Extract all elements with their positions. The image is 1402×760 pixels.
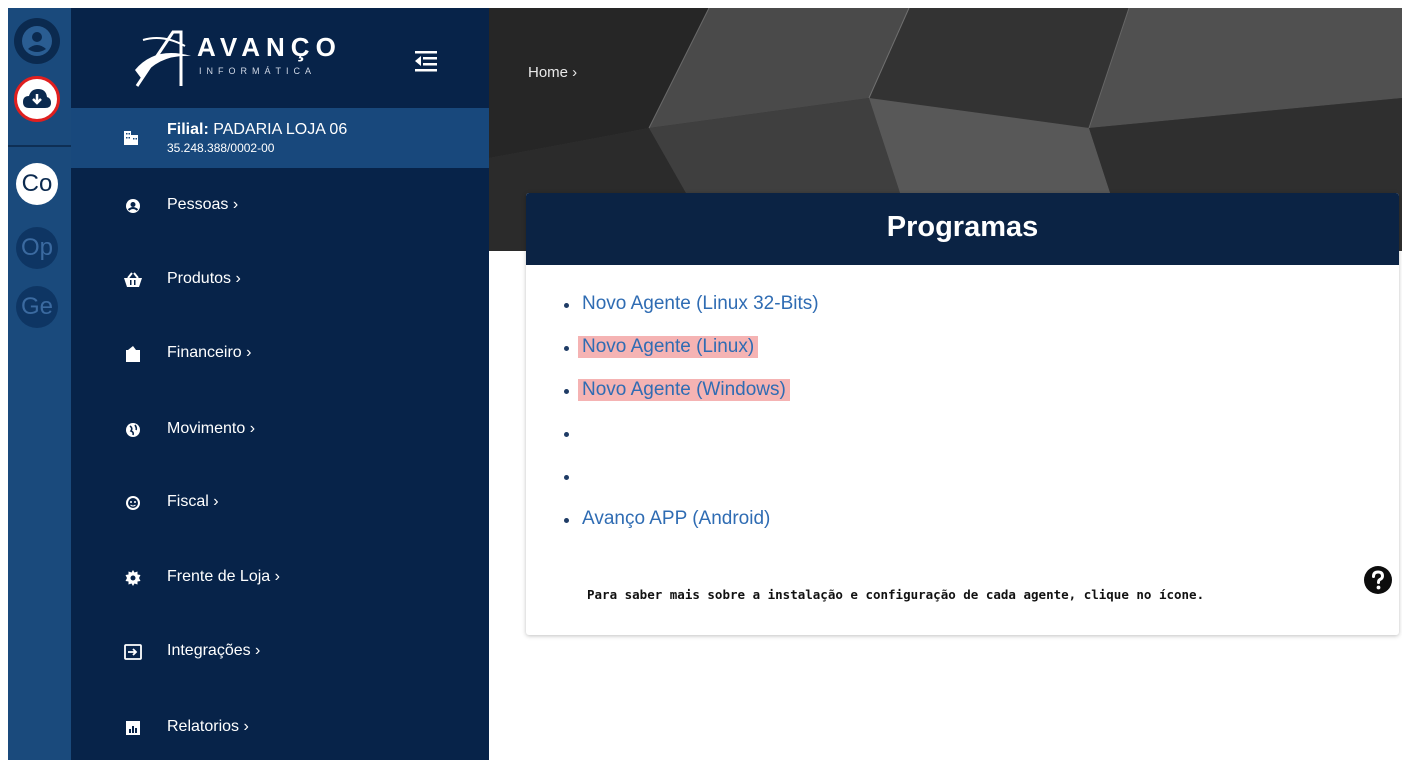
menu-label: Integrações › [167, 642, 261, 659]
menu-label: Movimento › [167, 420, 256, 437]
globe-icon [123, 420, 143, 440]
brand-name: AVANÇO [197, 32, 342, 62]
filial-value: PADARIA LOJA 06 [213, 121, 348, 138]
frame-top [0, 0, 1402, 8]
breadcrumb-home[interactable]: Home › [528, 64, 577, 81]
filial-name: Filial: PADARIA LOJA 06 [167, 121, 347, 139]
menu-item-pessoas[interactable]: Pessoas › [71, 181, 489, 231]
user-circle-icon [22, 26, 52, 56]
card-title: Programas [886, 211, 1039, 243]
user-circle-icon [123, 196, 143, 216]
brand-logo[interactable]: AVANÇO INFORMÁTICA [133, 26, 393, 96]
menu-item-fiscal[interactable]: Fiscal › [71, 478, 489, 528]
sidebar: AVANÇO INFORMÁTICA Filial: PADARIA LOJA … [71, 8, 489, 760]
menu-label: Pessoas › [167, 196, 239, 213]
menu-item-integracoes[interactable]: Integrações › [71, 627, 489, 677]
rail-co-button[interactable]: Co [16, 163, 58, 205]
building-icon [124, 131, 138, 145]
program-link[interactable]: Novo Agente (Linux 32-Bits) [578, 293, 823, 315]
filial-label: Filial: [167, 121, 209, 138]
brand-sub: INFORMÁTICA [199, 66, 316, 76]
filial-selector[interactable]: Filial: PADARIA LOJA 06 35.248.388/0002-… [71, 108, 489, 168]
icon-rail: Co Op Ge [8, 8, 71, 760]
menu-label: Financeiro › [167, 344, 252, 361]
rail-ge-label: Ge [20, 293, 53, 320]
download-button[interactable] [14, 76, 60, 122]
menu-item-movimento[interactable]: Movimento › [71, 405, 489, 455]
cloud-download-icon [23, 89, 51, 108]
question-circle-icon [1364, 566, 1392, 594]
menu-item-frente-de-loja[interactable]: Frente de Loja › [71, 553, 489, 603]
gear-icon [123, 568, 143, 588]
menu-label: Produtos › [167, 270, 241, 287]
menu-item-produtos[interactable]: Produtos › [71, 255, 489, 305]
mask-icon [123, 493, 143, 513]
help-note: Para saber mais sobre a instalação e con… [587, 587, 1205, 602]
program-link[interactable]: Avanço APP (Android) [578, 508, 774, 530]
help-button[interactable] [1363, 565, 1393, 595]
bullet [564, 389, 569, 394]
brand-swoosh-icon [135, 30, 191, 87]
bullet [564, 303, 569, 308]
menu-label: Fiscal › [167, 493, 219, 510]
wallet-icon [123, 344, 143, 364]
program-link[interactable]: Novo Agente (Linux) [578, 336, 759, 358]
bullet [564, 518, 569, 523]
programs-card: Programas Novo Agente (Linux 32-Bits) No… [526, 193, 1399, 635]
bullet [564, 346, 569, 351]
bullet [564, 475, 569, 480]
menu-item-financeiro[interactable]: Financeiro › [71, 329, 489, 379]
user-profile-button[interactable] [14, 18, 60, 64]
rail-op-label: Op [20, 234, 53, 261]
frame-left [0, 0, 8, 760]
breadcrumb[interactable]: Home › [528, 64, 577, 81]
card-header: Programas [526, 193, 1399, 265]
program-link[interactable]: Novo Agente (Windows) [578, 379, 790, 401]
sign-in-icon [123, 642, 143, 662]
menu-item-relatorios[interactable]: Relatorios › [71, 703, 489, 753]
menu-label: Relatorios › [167, 718, 249, 735]
filial-cnpj: 35.248.388/0002-00 [167, 141, 275, 155]
rail-ge-button[interactable]: Ge [16, 286, 58, 328]
basket-icon [123, 270, 143, 290]
outdent-icon [415, 51, 437, 72]
bullet [564, 432, 569, 437]
chart-icon [123, 718, 143, 738]
rail-op-button[interactable]: Op [16, 227, 58, 269]
rail-divider [8, 145, 71, 147]
collapse-sidebar-button[interactable] [413, 48, 439, 74]
menu-label: Frente de Loja › [167, 568, 280, 585]
rail-co-label: Co [21, 170, 53, 197]
